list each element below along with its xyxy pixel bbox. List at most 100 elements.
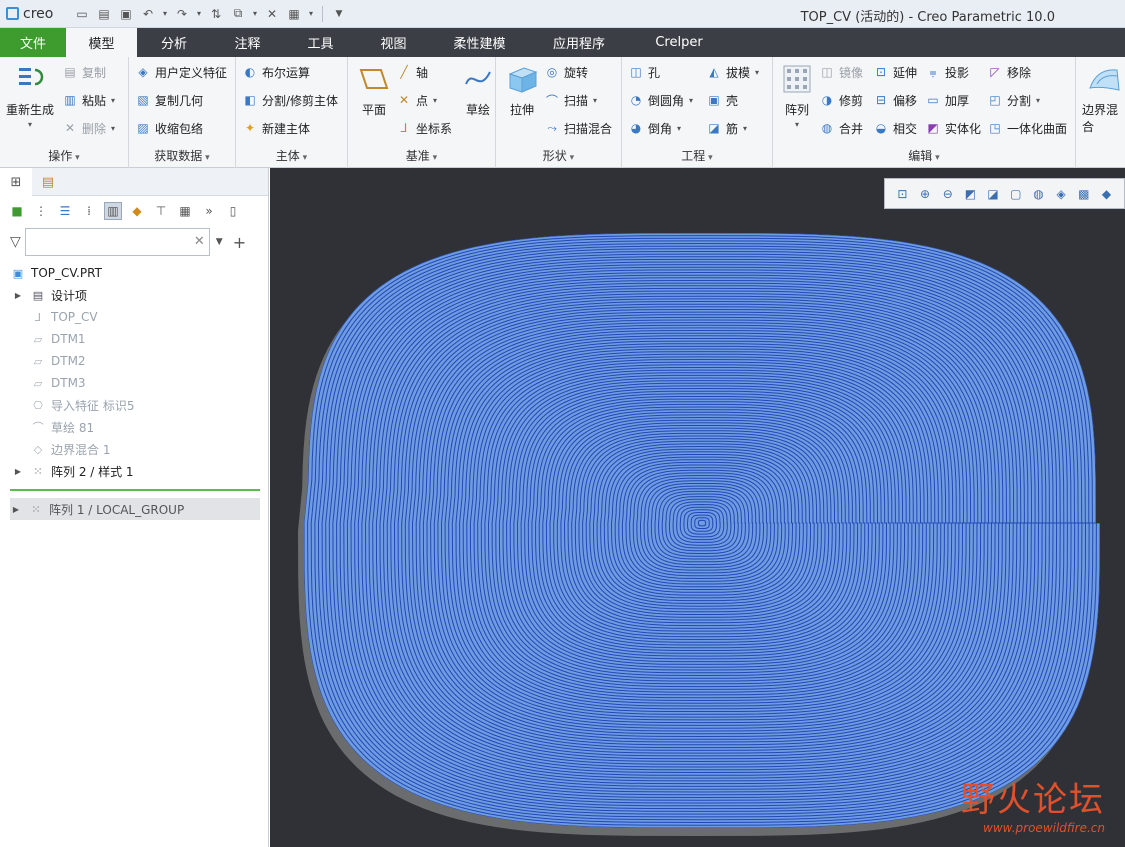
- intersect-button[interactable]: ◒ 相交: [873, 117, 917, 139]
- rib-dropdown-icon[interactable]: ▾: [743, 124, 747, 133]
- zoom-in-icon[interactable]: ⊕: [916, 185, 934, 203]
- show-bodies-icon[interactable]: ■: [8, 202, 26, 220]
- tab-applications[interactable]: 应用程序: [529, 28, 629, 57]
- remove-button[interactable]: ◸ 移除: [987, 61, 1031, 83]
- delete-button[interactable]: ✕ 删除 ▾: [62, 117, 115, 139]
- new-file-icon[interactable]: ▭: [72, 4, 92, 24]
- thicken-button[interactable]: ▭ 加厚: [925, 89, 969, 111]
- regenerate-dropdown-icon[interactable]: ▾: [28, 120, 32, 129]
- group-label-body[interactable]: 主体: [236, 147, 347, 164]
- draft-dropdown-icon[interactable]: ▾: [755, 68, 759, 77]
- point-dropdown-icon[interactable]: ▾: [433, 96, 437, 105]
- rib-button[interactable]: ◪ 筋 ▾: [706, 117, 747, 139]
- group-label-editing[interactable]: 编辑: [773, 147, 1075, 164]
- tree-item[interactable]: ⅃ TOP_CV: [0, 306, 268, 328]
- expand-arrow-icon[interactable]: ▶: [10, 505, 22, 514]
- folder-browser-tab-icon[interactable]: ▤: [32, 168, 64, 196]
- expand-arrow-icon[interactable]: ▶: [12, 467, 24, 476]
- group-label-shapes[interactable]: 形状: [496, 147, 621, 164]
- undo-dropdown-icon[interactable]: ▾: [160, 4, 170, 24]
- chamfer-dropdown-icon[interactable]: ▾: [677, 124, 681, 133]
- solidify-button[interactable]: ◩ 实体化: [925, 117, 981, 139]
- show-icon[interactable]: ◆: [128, 202, 146, 220]
- close-window-icon[interactable]: ✕: [262, 4, 282, 24]
- graphics-window[interactable]: ⊡ ⊕ ⊖ ◩ ◪ ▢ ◍ ◈ ▩ ◆ 野火论坛 www.proewildfir…: [270, 168, 1125, 847]
- insert-here-marker[interactable]: [10, 489, 260, 491]
- tree-item-pattern-1[interactable]: ▶ ⁙ 阵列 1 / LOCAL_GROUP: [10, 498, 260, 520]
- tree-item[interactable]: ◇ 边界混合 1: [0, 438, 268, 460]
- udf-button[interactable]: ◈ 用户定义特征: [135, 61, 227, 83]
- windows-dropdown-icon[interactable]: ▾: [250, 4, 260, 24]
- redo-icon[interactable]: ↷: [172, 4, 192, 24]
- tree-item[interactable]: ⎔ 导入特征 标识5: [0, 394, 268, 416]
- perspective-icon[interactable]: ◍: [1029, 185, 1047, 203]
- pattern-dropdown-icon[interactable]: ▾: [795, 120, 799, 129]
- shell-button[interactable]: ▣ 壳: [706, 89, 738, 111]
- annotation-display-icon[interactable]: ▩: [1075, 185, 1093, 203]
- tab-crelper[interactable]: Crelper: [629, 28, 729, 57]
- paste-button[interactable]: ▥ 粘贴 ▾: [62, 89, 115, 111]
- layer-tree-icon[interactable]: ▥: [104, 202, 122, 220]
- tree-root[interactable]: ▣ TOP_CV.PRT: [0, 262, 268, 284]
- merge-button[interactable]: ◍ 合并: [819, 117, 863, 139]
- round-dropdown-icon[interactable]: ▾: [689, 96, 693, 105]
- trim-button[interactable]: ◑ 修剪: [819, 89, 863, 111]
- tree-list-icon[interactable]: ☰: [56, 202, 74, 220]
- filter-icon[interactable]: ▽: [10, 234, 21, 250]
- undo-icon[interactable]: ↶: [138, 4, 158, 24]
- point-button[interactable]: ✕ 点 ▾: [396, 89, 437, 111]
- search-input[interactable]: ✕: [24, 228, 210, 256]
- unify-surface-button[interactable]: ◳ 一体化曲面: [987, 117, 1067, 139]
- boundary-blend-button[interactable]: 边界混合: [1082, 61, 1125, 135]
- save-icon[interactable]: ▣: [116, 4, 136, 24]
- group-label-operations[interactable]: 操作: [0, 147, 128, 164]
- extrude-button[interactable]: 拉伸: [504, 61, 540, 118]
- open-folder-icon[interactable]: ▤: [94, 4, 114, 24]
- orient-icon[interactable]: ◆: [1098, 185, 1116, 203]
- csys-button[interactable]: ⅃ 坐标系: [396, 117, 452, 139]
- display-style-icon[interactable]: ▢: [1007, 185, 1025, 203]
- axis-button[interactable]: ╱ 轴: [396, 61, 428, 83]
- tab-tools[interactable]: 工具: [284, 28, 357, 57]
- hole-button[interactable]: ◫ 孔: [628, 61, 660, 83]
- refit-icon[interactable]: ⊡: [893, 185, 911, 203]
- windows-icon[interactable]: ⧉: [228, 4, 248, 24]
- regenerate-button[interactable]: 重新生成 ▾: [6, 61, 54, 129]
- tree-item[interactable]: ▱ DTM1: [0, 328, 268, 350]
- customize-toolbar-icon[interactable]: ▼: [329, 4, 349, 24]
- tree-columns-icon[interactable]: ⁞: [80, 202, 98, 220]
- clear-search-icon[interactable]: ✕: [194, 234, 205, 249]
- copy-button[interactable]: ▤ 复制: [62, 61, 106, 83]
- tab-file[interactable]: 文件: [0, 28, 66, 57]
- new-body-button[interactable]: ✦ 新建主体: [242, 117, 310, 139]
- group-label-engineering[interactable]: 工程: [622, 147, 772, 164]
- expand-arrow-icon[interactable]: ▶: [12, 291, 24, 300]
- chamfer-button[interactable]: ◕ 倒角 ▾: [628, 117, 681, 139]
- redo-dropdown-icon[interactable]: ▾: [194, 4, 204, 24]
- tab-model[interactable]: 模型: [66, 28, 137, 57]
- extend-button[interactable]: ⊡ 延伸: [873, 61, 917, 83]
- tree-item[interactable]: ▱ DTM2: [0, 350, 268, 372]
- layout-dropdown-icon[interactable]: ▾: [306, 4, 316, 24]
- repaint-icon[interactable]: ◩: [961, 185, 979, 203]
- surface-model[interactable]: [270, 168, 1125, 847]
- tree-item[interactable]: ▶ ▤ 设计项: [0, 284, 268, 306]
- plane-button[interactable]: 平面: [356, 61, 392, 118]
- delete-dropdown-icon[interactable]: ▾: [111, 124, 115, 133]
- settings-dots-icon[interactable]: ⋮: [32, 202, 50, 220]
- group-label-get-data[interactable]: 获取数据: [129, 147, 235, 164]
- tree-settings-icon[interactable]: ▦: [176, 202, 194, 220]
- notes-icon[interactable]: ▯: [224, 202, 242, 220]
- tree-item[interactable]: ⌒ 草绘 81: [0, 416, 268, 438]
- split-button[interactable]: ◰ 分割 ▾: [987, 89, 1040, 111]
- tree-item[interactable]: ▶ ⁙ 阵列 2 / 样式 1: [0, 460, 268, 482]
- model-tree-tab-icon[interactable]: ⊞: [0, 168, 32, 196]
- swept-blend-button[interactable]: ⤳ 扫描混合: [544, 117, 612, 139]
- pattern-button[interactable]: 阵列 ▾: [779, 61, 815, 129]
- saved-views-icon[interactable]: ◪: [984, 185, 1002, 203]
- boolean-button[interactable]: ◐ 布尔运算: [242, 61, 310, 83]
- paste-dropdown-icon[interactable]: ▾: [111, 96, 115, 105]
- copy-geometry-button[interactable]: ▧ 复制几何: [135, 89, 203, 111]
- regenerate-quick-icon[interactable]: ⇅: [206, 4, 226, 24]
- shrinkwrap-button[interactable]: ▨ 收缩包络: [135, 117, 203, 139]
